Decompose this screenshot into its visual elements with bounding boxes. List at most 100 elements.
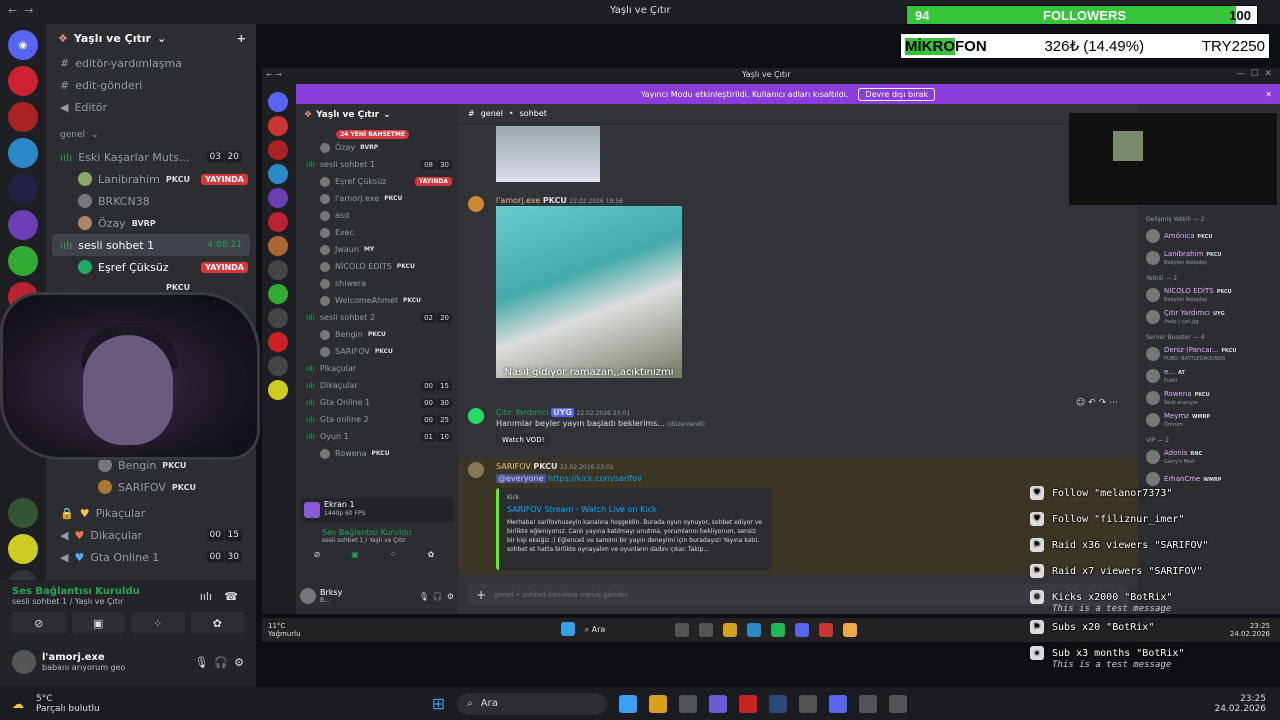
reply-icon[interactable]: ↶ — [1088, 398, 1096, 408]
voice-channel[interactable]: ıılı Gta Online 1 00 30 — [296, 394, 458, 411]
message-input[interactable]: + genel • sohbet kanalına mesaj gönder — [468, 584, 1128, 606]
app-icon[interactable] — [699, 623, 714, 637]
server-icon[interactable] — [268, 332, 288, 352]
message-link[interactable]: https://kick.com/sarifov — [548, 474, 642, 483]
voice-user[interactable]: Eşref Çüksüz YAYINDA — [46, 256, 256, 278]
inner-weather[interactable]: 11°C Yağmurlu — [268, 622, 301, 638]
app-icon[interactable] — [819, 623, 834, 637]
member-item[interactable]: Meymz WMRP Ömrüm — [1138, 409, 1280, 431]
voice-user[interactable]: l'amorj.exe PKCU — [296, 190, 458, 207]
back-arrow-icon[interactable]: ← → — [266, 70, 282, 79]
discord-icon[interactable] — [795, 623, 810, 637]
noise-suppression-icon[interactable]: ıılı — [200, 590, 212, 603]
headphones-icon[interactable]: 🎧 — [433, 592, 443, 601]
emoji-icon[interactable]: ☺ — [1076, 398, 1085, 408]
voice-user[interactable]: Eşref Çüksüz YAYINDA — [296, 173, 458, 190]
folder-icon[interactable] — [723, 623, 738, 637]
voice-user[interactable]: Rowena PKCU — [296, 445, 458, 462]
spotify-icon[interactable] — [771, 623, 786, 637]
server-icon[interactable] — [268, 284, 288, 304]
clock[interactable]: 23:25 24.02.2026 — [1214, 694, 1266, 714]
app-icon[interactable] — [799, 694, 818, 713]
avatar[interactable] — [300, 588, 316, 604]
soundboard-button[interactable]: ✿ — [190, 612, 244, 634]
camera-off-button[interactable]: ⊘ — [300, 550, 334, 564]
server-icon[interactable] — [8, 498, 38, 528]
category-genel[interactable]: genel ⌄ — [46, 124, 256, 146]
app-icon[interactable] — [889, 694, 908, 713]
channel-editor[interactable]: ◀ Editör — [46, 96, 256, 118]
disconnect-icon[interactable]: ☎ — [224, 590, 238, 603]
voice-channel[interactable]: 🔒 ♥ Pikaçular — [46, 502, 256, 524]
avatar[interactable] — [468, 196, 484, 212]
channel-editor-yardimlasma[interactable]: # editör-yardımlaşma — [46, 52, 256, 74]
voice-channel[interactable]: ıılı Gta online 2 00 25 — [296, 411, 458, 428]
voice-user[interactable]: SARIFOV PKCU — [296, 343, 458, 360]
message-author[interactable]: l'amorj.exe — [496, 196, 540, 205]
server-icon[interactable] — [8, 102, 38, 132]
add-member-icon[interactable]: + — [237, 32, 246, 45]
voice-user[interactable]: Özay BVRP — [46, 212, 256, 234]
voice-user[interactable]: BRKCN38 — [46, 190, 256, 212]
camera-off-button[interactable]: ⊘ — [12, 612, 66, 634]
server-icon[interactable] — [8, 246, 38, 276]
window-controls-icon[interactable]: — ☐ ✕ — [1236, 69, 1272, 79]
back-arrow-icon[interactable]: ← → — [8, 4, 33, 17]
server-icon[interactable] — [268, 188, 288, 208]
soundboard-button[interactable]: ✿ — [414, 550, 448, 564]
windows-start-icon[interactable]: ⊞ — [432, 694, 445, 713]
chrome-icon[interactable] — [843, 623, 858, 637]
server-icon[interactable] — [268, 116, 288, 136]
voice-channel[interactable]: ıılı Dikaçular 00 15 — [296, 377, 458, 394]
voice-user[interactable]: Bengin PKCU — [296, 326, 458, 343]
server-icon[interactable] — [268, 356, 288, 376]
forward-icon[interactable]: ↷ — [1099, 398, 1107, 408]
active-voice-channel[interactable]: ıılı sesli sohbet 1 4:08:21 — [52, 234, 250, 256]
screen-share-button[interactable]: ▣ — [71, 612, 125, 634]
voice-channel[interactable]: ıılı Oyun 1 01 10 — [296, 428, 458, 445]
app-icon[interactable] — [619, 694, 638, 713]
voice-channel[interactable]: ıılı sesli sohbet 2 02 20 — [296, 309, 458, 326]
headphones-icon[interactable]: 🎧 — [214, 656, 228, 669]
obs-icon[interactable] — [859, 694, 878, 713]
member-item[interactable]: Adonis RNC Garry's Mod — [1138, 446, 1280, 468]
voice-user[interactable]: shiwera — [296, 275, 458, 292]
opera-icon[interactable] — [739, 694, 758, 713]
voice-user[interactable]: Exec — [296, 224, 458, 241]
microphone-icon[interactable]: 🎙 — [419, 592, 429, 601]
discord-home-icon[interactable]: ◉ — [8, 30, 38, 60]
member-item[interactable]: Deniz (Pancar... PKCU PUBG: BATTLEGROUNDS — [1138, 343, 1280, 365]
member-item[interactable]: Lanibrahim PKCU Babylon Roleplay — [1138, 247, 1280, 269]
more-icon[interactable]: ⋯ — [1109, 398, 1118, 408]
voice-user[interactable]: Lanibrahim PKCU YAYINDA — [46, 168, 256, 190]
app-icon[interactable] — [675, 623, 690, 637]
member-item[interactable]: Çıtır Yardımcı UYG/help | carl.gg — [1138, 306, 1280, 328]
server-icon[interactable] — [268, 260, 288, 280]
server-icon[interactable] — [8, 138, 38, 168]
close-icon[interactable]: ✕ — [1265, 90, 1272, 99]
voice-user[interactable]: SARIFOV PKCU — [46, 476, 256, 498]
message-image[interactable]: Nasıl gidiyor ramazan,,acıktınızmı — [496, 206, 682, 378]
discord-icon[interactable] — [829, 694, 848, 713]
server-icon[interactable] — [268, 308, 288, 328]
avatar[interactable] — [468, 408, 484, 424]
server-icon[interactable] — [268, 164, 288, 184]
discord-home-icon[interactable] — [268, 92, 288, 112]
steam-icon[interactable] — [769, 694, 788, 713]
teams-icon[interactable] — [709, 694, 728, 713]
folder-icon[interactable] — [649, 694, 668, 713]
weather-widget[interactable]: 5°C Parçalı bulutlu — [36, 694, 100, 714]
server-icon[interactable] — [8, 210, 38, 240]
message-image-top[interactable] — [496, 126, 600, 182]
new-mentions-badge[interactable]: 24 YENİ BAHSETME — [336, 130, 410, 139]
add-attachment-icon[interactable]: + — [476, 588, 486, 602]
server-header[interactable]: ❖ Yaşlı ve Çıtır ⌄ + — [46, 24, 256, 52]
message-author[interactable]: Çıtır Yardımcı — [496, 408, 549, 417]
server-icon[interactable] — [268, 380, 288, 400]
watch-vod-button[interactable]: Watch VOD! — [496, 434, 551, 446]
voice-user[interactable]: asd — [296, 207, 458, 224]
voice-user[interactable]: Özay BVRP — [296, 139, 458, 156]
microphone-icon[interactable]: 🎙 — [194, 656, 208, 669]
server-icon[interactable] — [268, 212, 288, 232]
gear-icon[interactable]: ⚙ — [447, 592, 454, 601]
